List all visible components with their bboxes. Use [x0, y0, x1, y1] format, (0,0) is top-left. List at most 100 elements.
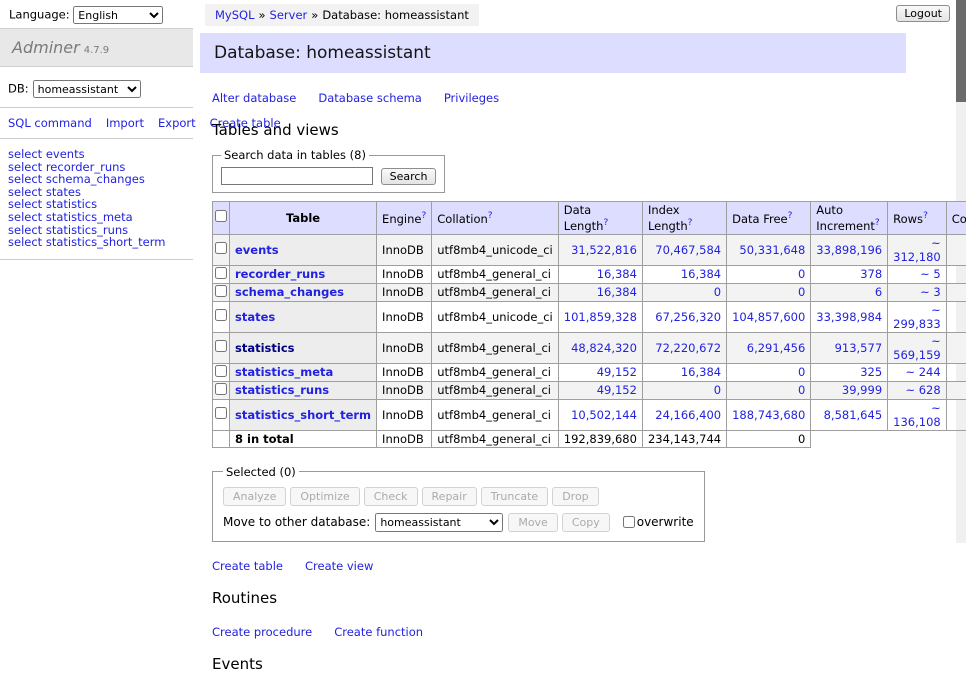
data-length-link[interactable]: 49,152	[597, 365, 637, 379]
index-length-link[interactable]: 24,166,400	[655, 408, 721, 422]
search-button[interactable]: Search	[381, 168, 437, 185]
column-header-auto-increment: Auto Increment?	[811, 202, 888, 235]
help-icon[interactable]: ?	[788, 211, 793, 221]
data-free-link[interactable]: 188,743,680	[732, 408, 805, 422]
help-icon[interactable]: ?	[875, 218, 880, 228]
overwrite-checkbox[interactable]	[623, 516, 635, 528]
auto-increment-link[interactable]: 6	[875, 285, 882, 299]
auto-increment-link[interactable]: 8,581,645	[824, 408, 883, 422]
rows-link[interactable]: ~ 312,180	[893, 236, 941, 264]
check-button[interactable]: Check	[364, 487, 418, 506]
adminer-logo[interactable]: Adminer	[12, 38, 80, 57]
db-select[interactable]: homeassistant	[33, 80, 141, 98]
data-length-link[interactable]: 16,384	[597, 285, 637, 299]
sidebar-action-export[interactable]: Export	[158, 116, 196, 130]
select-all-checkbox[interactable]	[215, 210, 227, 222]
link-create-view[interactable]: Create view	[305, 559, 373, 573]
row-checkbox[interactable]	[215, 285, 227, 297]
table-link-statistics_runs[interactable]: statistics_runs	[235, 383, 329, 397]
analyze-button[interactable]: Analyze	[223, 487, 286, 506]
breadcrumb-server[interactable]: Server	[270, 8, 308, 22]
link-privileges[interactable]: Privileges	[444, 91, 499, 105]
row-checkbox[interactable]	[215, 365, 227, 377]
move-database-select[interactable]: homeassistant	[375, 513, 503, 532]
link-create-table[interactable]: Create table	[212, 559, 283, 573]
sidebar-item-statistics_meta[interactable]: select statistics_meta	[8, 211, 185, 224]
table-link-statistics[interactable]: statistics	[235, 341, 295, 355]
table-link-events[interactable]: events	[235, 243, 279, 257]
table-link-states[interactable]: states	[235, 310, 275, 324]
index-length-link[interactable]: 16,384	[681, 267, 721, 281]
data-free-link[interactable]: 104,857,600	[732, 310, 805, 324]
breadcrumb-mysql[interactable]: MySQL	[215, 8, 255, 22]
total-cell: InnoDB	[377, 430, 432, 447]
language-select[interactable]: English	[73, 6, 163, 24]
index-length-link[interactable]: 70,467,584	[655, 243, 721, 257]
help-icon[interactable]: ?	[603, 218, 608, 228]
copy-button[interactable]: Copy	[562, 513, 610, 532]
auto-increment-link[interactable]: 33,398,984	[816, 310, 882, 324]
auto-increment-link[interactable]: 325	[860, 365, 882, 379]
search-input[interactable]	[221, 167, 373, 185]
data-free-link[interactable]: 0	[798, 383, 805, 397]
link-create-function[interactable]: Create function	[334, 625, 423, 639]
row-checkbox[interactable]	[215, 309, 227, 321]
data-free-link[interactable]: 0	[798, 365, 805, 379]
rows-link[interactable]: ~ 244	[905, 365, 940, 379]
row-checkbox[interactable]	[215, 340, 227, 352]
data-length-link[interactable]: 10,502,144	[571, 408, 637, 422]
help-icon[interactable]: ?	[421, 211, 426, 221]
auto-increment-link[interactable]: 378	[860, 267, 882, 281]
table-link-statistics_meta[interactable]: statistics_meta	[235, 365, 333, 379]
link-create-procedure[interactable]: Create procedure	[212, 625, 312, 639]
index-length-link[interactable]: 0	[714, 285, 721, 299]
table-link-schema_changes[interactable]: schema_changes	[235, 285, 344, 299]
data-free-link[interactable]: 50,331,648	[739, 243, 805, 257]
row-checkbox[interactable]	[215, 242, 227, 254]
adminer-brand[interactable]: Adminer4.7.9	[0, 28, 193, 67]
auto-increment-link[interactable]: 913,577	[835, 341, 883, 355]
data-free-link[interactable]: 0	[798, 267, 805, 281]
link-database-schema[interactable]: Database schema	[318, 91, 421, 105]
sidebar-item-statistics_short_term[interactable]: select statistics_short_term	[8, 236, 185, 249]
sidebar-action-sql-command[interactable]: SQL command	[8, 116, 92, 130]
collation-cell: utf8mb4_unicode_ci	[432, 301, 559, 332]
index-length-link[interactable]: 67,256,320	[655, 310, 721, 324]
optimize-button[interactable]: Optimize	[290, 487, 359, 506]
row-checkbox[interactable]	[215, 407, 227, 419]
row-checkbox[interactable]	[215, 383, 227, 395]
data-length-link[interactable]: 49,152	[597, 383, 637, 397]
rows-link[interactable]: ~ 3	[920, 285, 941, 299]
sidebar-action-import[interactable]: Import	[106, 116, 144, 130]
rows-link[interactable]: ~ 136,108	[893, 401, 941, 429]
auto-increment-link[interactable]: 33,898,196	[816, 243, 882, 257]
rows-link[interactable]: ~ 299,833	[893, 303, 941, 331]
table-link-statistics_short_term[interactable]: statistics_short_term	[235, 408, 371, 422]
scrollbar-thumb[interactable]	[956, 0, 966, 102]
move-button[interactable]: Move	[508, 513, 558, 532]
row-checkbox[interactable]	[215, 267, 227, 279]
auto-increment-link[interactable]: 39,999	[842, 383, 882, 397]
data-length-link[interactable]: 31,522,816	[571, 243, 637, 257]
table-link-recorder_runs[interactable]: recorder_runs	[235, 267, 325, 281]
help-icon[interactable]: ?	[923, 211, 928, 221]
link-alter-database[interactable]: Alter database	[212, 91, 296, 105]
data-free-link[interactable]: 0	[798, 285, 805, 299]
sidebar-item-events[interactable]: select events	[8, 148, 185, 161]
data-length-link[interactable]: 101,859,328	[564, 310, 637, 324]
rows-link[interactable]: ~ 628	[905, 383, 940, 397]
data-length-link[interactable]: 48,824,320	[571, 341, 637, 355]
sidebar-item-schema_changes[interactable]: select schema_changes	[8, 173, 185, 186]
index-length-link[interactable]: 0	[714, 383, 721, 397]
index-length-link[interactable]: 72,220,672	[655, 341, 721, 355]
data-free-link[interactable]: 6,291,456	[747, 341, 806, 355]
rows-link[interactable]: ~ 5	[920, 267, 941, 281]
data-length-link[interactable]: 16,384	[597, 267, 637, 281]
rows-link[interactable]: ~ 569,159	[893, 334, 941, 362]
help-icon[interactable]: ?	[488, 211, 493, 221]
repair-button[interactable]: Repair	[422, 487, 477, 506]
truncate-button[interactable]: Truncate	[481, 487, 548, 506]
index-length-link[interactable]: 16,384	[681, 365, 721, 379]
drop-button[interactable]: Drop	[552, 487, 598, 506]
help-icon[interactable]: ?	[688, 218, 693, 228]
